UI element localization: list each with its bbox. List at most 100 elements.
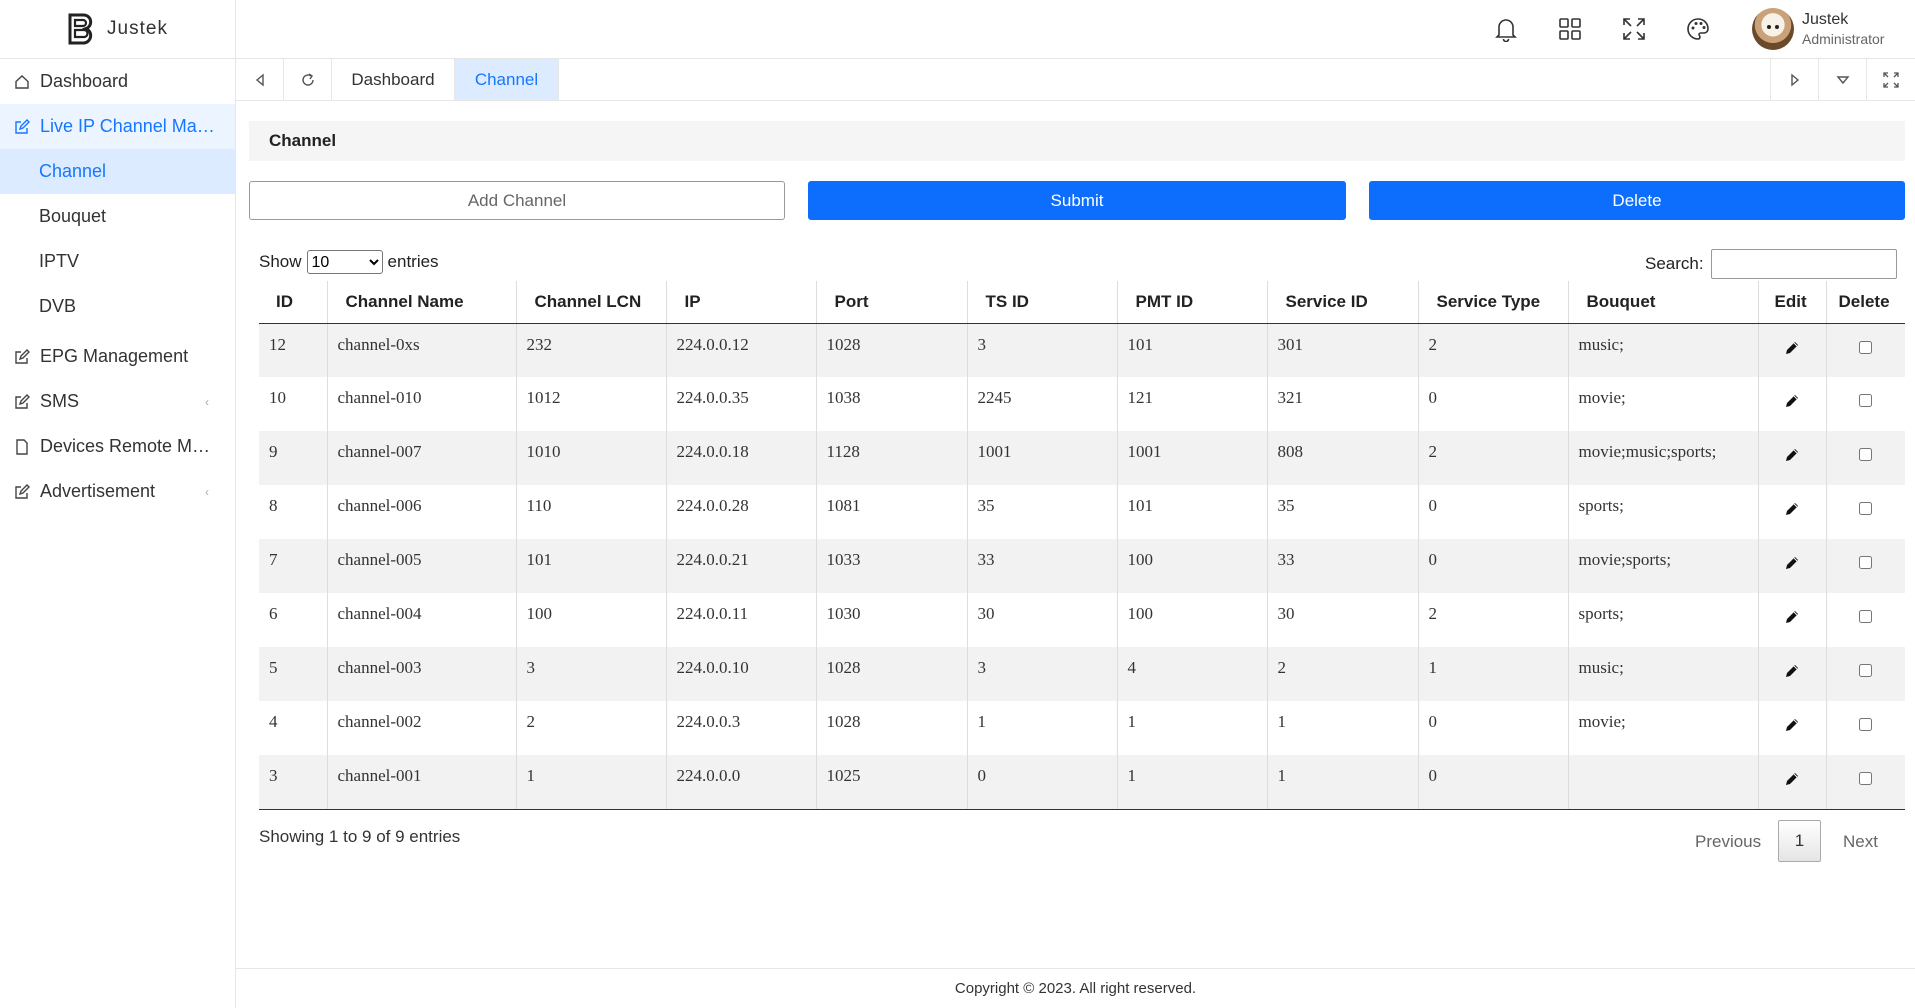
cell-ts-id: 0: [967, 755, 1118, 810]
content-fullscreen-button[interactable]: [1866, 59, 1915, 100]
tab-channel[interactable]: Channel: [455, 59, 559, 100]
cell-port: 1033: [816, 539, 968, 593]
cell-service-type: 2: [1418, 323, 1569, 377]
cell-delete: [1826, 647, 1905, 701]
column-header-ts-id[interactable]: TS ID: [967, 281, 1118, 324]
cell-pmt-id: 1: [1117, 755, 1268, 810]
palette-icon[interactable]: [1685, 16, 1711, 42]
tab-options-dropdown-button[interactable]: [1818, 59, 1866, 100]
cell-bouquet: [1568, 755, 1759, 810]
cell-channel-lcn: 1012: [516, 377, 667, 431]
page-1-button[interactable]: 1: [1778, 820, 1821, 862]
fullscreen-icon[interactable]: [1621, 16, 1647, 42]
sidebar-item-devices-remote[interactable]: Devices Remote Ma...: [0, 424, 235, 469]
tab-label: Dashboard: [351, 69, 435, 89]
pencil-icon[interactable]: [1783, 608, 1801, 626]
sidebar-item-live-ip-channel[interactable]: Live IP Channel Man...: [0, 104, 235, 149]
cell-port: 1025: [816, 755, 968, 810]
sidebar-menu: Dashboard Live IP Channel Man... Channel…: [0, 59, 235, 514]
table-row: 3 channel-001 1 224.0.0.0 1025 0 1 1 0: [259, 755, 1905, 810]
cell-ts-id: 35: [967, 485, 1118, 539]
cell-ts-id: 30: [967, 593, 1118, 647]
sidebar-item-channel[interactable]: Channel: [0, 149, 235, 194]
sidebar-item-dvb[interactable]: DVB: [0, 284, 235, 329]
sidebar-item-iptv[interactable]: IPTV: [0, 239, 235, 284]
delete-checkbox[interactable]: [1859, 610, 1873, 623]
sidebar-item-epg-management[interactable]: EPG Management: [0, 334, 235, 379]
pencil-icon[interactable]: [1783, 446, 1801, 464]
delete-checkbox[interactable]: [1859, 718, 1873, 731]
cell-bouquet: movie;music;sports;: [1568, 431, 1759, 485]
column-header-pmt-id[interactable]: PMT ID: [1117, 281, 1268, 324]
chevron-left-icon: ‹: [205, 484, 209, 499]
cell-ip: 224.0.0.28: [666, 485, 817, 539]
cell-channel-lcn: 3: [516, 647, 667, 701]
sidebar-item-dashboard[interactable]: Dashboard: [0, 59, 235, 104]
delete-checkbox[interactable]: [1859, 664, 1873, 677]
pencil-icon[interactable]: [1783, 500, 1801, 518]
column-header-channel-lcn[interactable]: Channel LCN: [516, 281, 667, 324]
table-row: 5 channel-003 3 224.0.0.10 1028 3 4 2 1 music;: [259, 647, 1905, 701]
pencil-icon[interactable]: [1783, 662, 1801, 680]
delete-button[interactable]: Delete: [1369, 181, 1905, 220]
table-row: 7 channel-005 101 224.0.0.21 1033 33 100 33 0 mov…: [259, 539, 1905, 593]
next-page-button[interactable]: Next: [1843, 832, 1878, 852]
delete-checkbox[interactable]: [1859, 502, 1873, 515]
channel-table: ID Channel Name Channel LCN IP Port TS I…: [259, 281, 1905, 810]
column-header-service-id[interactable]: Service ID: [1267, 281, 1419, 324]
tab-label: Channel: [474, 69, 539, 89]
pencil-icon[interactable]: [1783, 339, 1801, 357]
caret-right-icon: [1790, 73, 1799, 86]
cell-service-id: 1: [1267, 701, 1419, 755]
cell-id: 4: [259, 701, 328, 755]
add-channel-button[interactable]: Add Channel: [249, 181, 785, 220]
pencil-icon[interactable]: [1783, 554, 1801, 572]
table-body: 12 channel-0xs 232 224.0.0.12 1028 3 101 301 2 mu…: [259, 323, 1905, 810]
cell-service-id: 301: [1267, 323, 1419, 377]
tab-scroll-left-button[interactable]: [236, 59, 284, 100]
entries-length-select[interactable]: 10: [306, 250, 383, 274]
cell-ip: 224.0.0.11: [666, 593, 817, 647]
sidebar-item-advertisement[interactable]: Advertisement ‹: [0, 469, 235, 514]
bell-icon[interactable]: [1493, 16, 1519, 42]
pencil-icon[interactable]: [1783, 770, 1801, 788]
user-name: Justek: [1802, 11, 1849, 28]
column-header-service-type[interactable]: Service Type: [1418, 281, 1569, 324]
column-header-ip[interactable]: IP: [666, 281, 817, 324]
cell-ip: 224.0.0.0: [666, 755, 817, 810]
column-header-bouquet[interactable]: Bouquet: [1568, 281, 1759, 324]
refresh-button[interactable]: [284, 59, 332, 100]
pencil-icon[interactable]: [1783, 716, 1801, 734]
cell-channel-lcn: 232: [516, 323, 667, 377]
column-header-port[interactable]: Port: [816, 281, 968, 324]
sidebar-item-sms[interactable]: SMS ‹: [0, 379, 235, 424]
cell-service-id: 30: [1267, 593, 1419, 647]
cell-edit: [1758, 755, 1827, 810]
avatar[interactable]: [1752, 8, 1794, 50]
column-header-channel-name[interactable]: Channel Name: [327, 281, 517, 324]
user-text: Justek Administrator: [1802, 10, 1884, 48]
cell-edit: [1758, 593, 1827, 647]
search-input[interactable]: [1710, 249, 1897, 279]
delete-checkbox[interactable]: [1859, 394, 1873, 407]
cell-id: 7: [259, 539, 328, 593]
table-row: 8 channel-006 110 224.0.0.28 1081 35 101 35 0 spo…: [259, 485, 1905, 539]
sidebar-item-bouquet[interactable]: Bouquet: [0, 194, 235, 239]
delete-checkbox[interactable]: [1859, 448, 1873, 461]
pencil-icon[interactable]: [1783, 392, 1801, 410]
delete-checkbox[interactable]: [1859, 340, 1873, 354]
cell-ip: 224.0.0.12: [666, 323, 817, 377]
column-header-id[interactable]: ID: [259, 281, 328, 324]
tab-scroll-right-button[interactable]: [1770, 59, 1818, 100]
brand-name: Justek: [107, 18, 168, 39]
user-profile[interactable]: Justek Administrator: [1752, 8, 1884, 50]
delete-checkbox[interactable]: [1859, 772, 1873, 785]
previous-page-button[interactable]: Previous: [1695, 832, 1761, 852]
delete-checkbox[interactable]: [1859, 556, 1873, 569]
cell-bouquet: sports;: [1568, 485, 1759, 539]
submit-button[interactable]: Submit: [808, 181, 1346, 220]
apps-grid-icon[interactable]: [1557, 16, 1583, 42]
entries-length-control: Show 10 entries: [259, 250, 439, 274]
cell-edit: [1758, 431, 1827, 485]
tab-dashboard[interactable]: Dashboard: [332, 59, 455, 100]
